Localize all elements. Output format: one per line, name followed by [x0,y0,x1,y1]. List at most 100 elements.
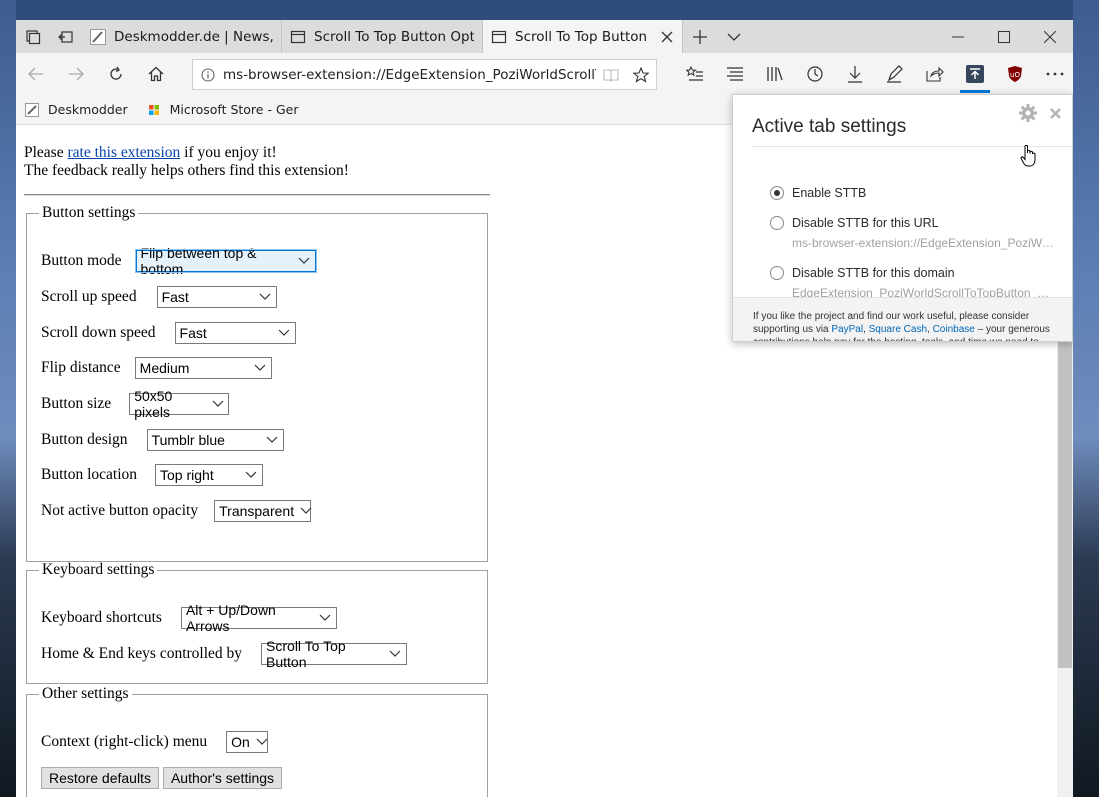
set-aside-tabs-button[interactable] [16,20,49,53]
deskmodder-favicon-icon [24,102,40,118]
button-design-select[interactable]: Tumblr blue [146,429,284,451]
share-icon [926,66,944,82]
favorites-list-icon [686,66,703,81]
share-button[interactable] [915,53,955,95]
button-location-select[interactable]: Top right [155,464,264,486]
pen-icon [887,65,903,83]
fieldset-legend: Keyboard settings [42,561,155,578]
gear-icon[interactable] [1018,103,1038,123]
chevron-down-icon [258,290,272,304]
divider [24,194,490,196]
minimize-icon [952,36,964,37]
refresh-icon [110,66,122,80]
navigation-toolbar: ms-browser-extension://EdgeExtension_Poz… [16,53,1073,95]
tab-bar: Deskmodder.de | News, Tip Scroll To Top … [16,20,1073,53]
chevron-down-icon [319,611,332,625]
rate-extension-link[interactable]: rate this extension [67,144,180,161]
url-text[interactable]: ms-browser-extension://EdgeExtension_Poz… [223,67,596,83]
popup-title: Active tab settings [752,116,907,137]
setting-row-button-size: Button size 50x50 pixels [41,388,230,420]
home-button[interactable] [136,53,176,95]
setting-row-scroll-up-speed: Scroll up speed Fast [41,286,277,308]
paypal-link[interactable]: PayPal [831,324,863,335]
button-mode-select[interactable]: Flip between top & bottom [134,245,317,277]
button-size-select[interactable]: 50x50 pixels [129,388,230,420]
setting-row-home-end-keys: Home & End keys controlled by Scroll To … [41,638,408,670]
setting-row-scroll-down-speed: Scroll down speed Fast [41,322,296,344]
new-tab-button[interactable] [683,20,717,53]
address-bar[interactable]: ms-browser-extension://EdgeExtension_Poz… [192,59,657,90]
tab-sttb-options[interactable]: Scroll To Top Button Option [282,20,483,53]
svg-text:uO: uO [1010,71,1020,79]
square-cash-link[interactable]: Square Cash [869,324,927,335]
favorite-label: Deskmodder [48,102,128,117]
home-end-keys-select[interactable]: Scroll To Top Button [261,638,408,670]
books-button[interactable] [755,53,795,95]
fieldset-legend: Button settings [42,204,136,221]
sttb-extension-button[interactable] [955,53,995,95]
chevron-down-icon [389,647,402,661]
downloads-button[interactable] [835,53,875,95]
chevron-down-icon [727,33,741,41]
favorites-hub-button[interactable] [675,53,715,95]
more-menu-button[interactable] [1035,53,1073,95]
reading-list-button[interactable] [715,53,755,95]
donation-text: If you like the project and find our wor… [753,311,1050,341]
restore-defaults-button[interactable]: Restore defaults [41,767,159,789]
books-icon [767,67,783,81]
option-url-text: ms-browser-extension://EdgeExtension_Poz… [792,236,1054,250]
scroll-to-top-icon [966,65,984,83]
authors-settings-button[interactable]: Author's settings [162,767,283,789]
ublock-shield-icon: uO [1008,66,1022,82]
scroll-up-speed-select[interactable]: Fast [156,286,277,308]
close-tab-icon[interactable] [660,29,674,45]
restore-tabs-button[interactable] [49,20,82,53]
favorite-microsoft-store[interactable]: Microsoft Store - Ger [146,102,298,118]
radio-button[interactable] [770,216,784,230]
context-menu-select[interactable]: On [226,731,269,753]
favorite-deskmodder[interactable]: Deskmodder [24,102,128,118]
browser-window: Deskmodder.de | News, Tip Scroll To Top … [16,20,1073,797]
desktop-wallpaper-right [1073,0,1099,797]
web-note-button[interactable] [875,53,915,95]
restore-tabs-icon [57,30,73,43]
setting-row-flip-distance: Flip distance Medium [41,357,272,379]
back-button[interactable] [16,53,56,95]
coinbase-link[interactable]: Coinbase [933,324,975,335]
setting-row-button-mode: Button mode Flip between top & bottom [41,245,317,277]
chevron-down-icon [265,433,279,447]
close-window-button[interactable] [1027,20,1073,53]
setting-row-button-design: Button design Tumblr blue [41,429,284,451]
chevron-down-icon [300,504,312,518]
reading-view-icon[interactable] [596,60,626,89]
tab-preview-button[interactable] [717,20,751,53]
page-favicon-icon [491,29,507,45]
scrollbar-thumb[interactable] [1058,338,1072,668]
active-tab-settings-popup: Active tab settings Enable STTB Disable … [732,94,1073,342]
tab-sttb-options-active[interactable]: Scroll To Top Button Op [483,20,683,53]
forward-button[interactable] [56,53,96,95]
tab-deskmodder[interactable]: Deskmodder.de | News, Tip [82,20,282,53]
maximize-button[interactable] [981,20,1027,53]
scroll-down-speed-select[interactable]: Fast [174,322,296,344]
radio-button-selected[interactable] [770,186,784,200]
setting-row-opacity: Not active button opacity Transparent [41,500,312,522]
tabs-aside-icon [25,29,40,44]
minimize-button[interactable] [935,20,981,53]
site-info-icon[interactable] [193,67,223,82]
refresh-button[interactable] [96,53,136,95]
chevron-down-icon [277,326,291,340]
ublock-button[interactable]: uO [995,53,1035,95]
keyboard-shortcuts-select[interactable]: Alt + Up/Down Arrows [180,602,337,634]
settings-buttons: Restore defaults Author's settings [41,767,286,789]
intro-text: Please rate this extension if you enjoy … [24,144,349,179]
close-icon[interactable] [1046,103,1064,123]
tab-title: Deskmodder.de | News, Tip [114,28,273,45]
chevron-down-icon [244,468,258,482]
history-button[interactable] [795,53,835,95]
flip-distance-select[interactable]: Medium [134,357,272,379]
radio-button[interactable] [770,266,784,280]
favorite-star-icon[interactable] [626,60,656,89]
setting-row-context-menu: Context (right-click) menu On [41,731,269,753]
button-opacity-select[interactable]: Transparent [214,500,312,522]
